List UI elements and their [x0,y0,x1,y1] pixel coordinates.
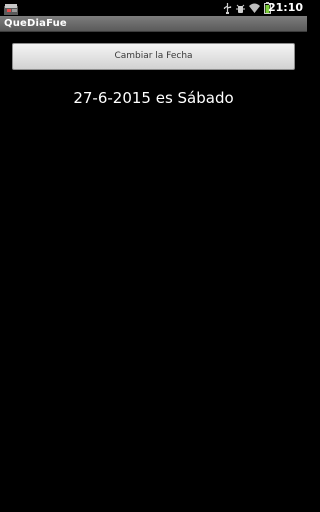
app-title: QueDiaFue [4,18,67,29]
debug-icon [236,3,245,14]
screen: 21:10 QueDiaFue Cambiar la Fecha 27-6-20… [0,0,307,512]
status-bar: 21:10 [0,0,307,16]
title-bar: QueDiaFue [0,16,307,32]
status-icons [223,2,271,14]
status-time: 21:10 [267,1,303,14]
result-text: 27-6-2015 es Sábado [73,89,234,107]
usb-icon [223,2,232,14]
app-notification-icon[interactable] [3,1,21,15]
wifi-icon [249,3,260,13]
change-date-button[interactable]: Cambiar la Fecha [12,43,295,70]
